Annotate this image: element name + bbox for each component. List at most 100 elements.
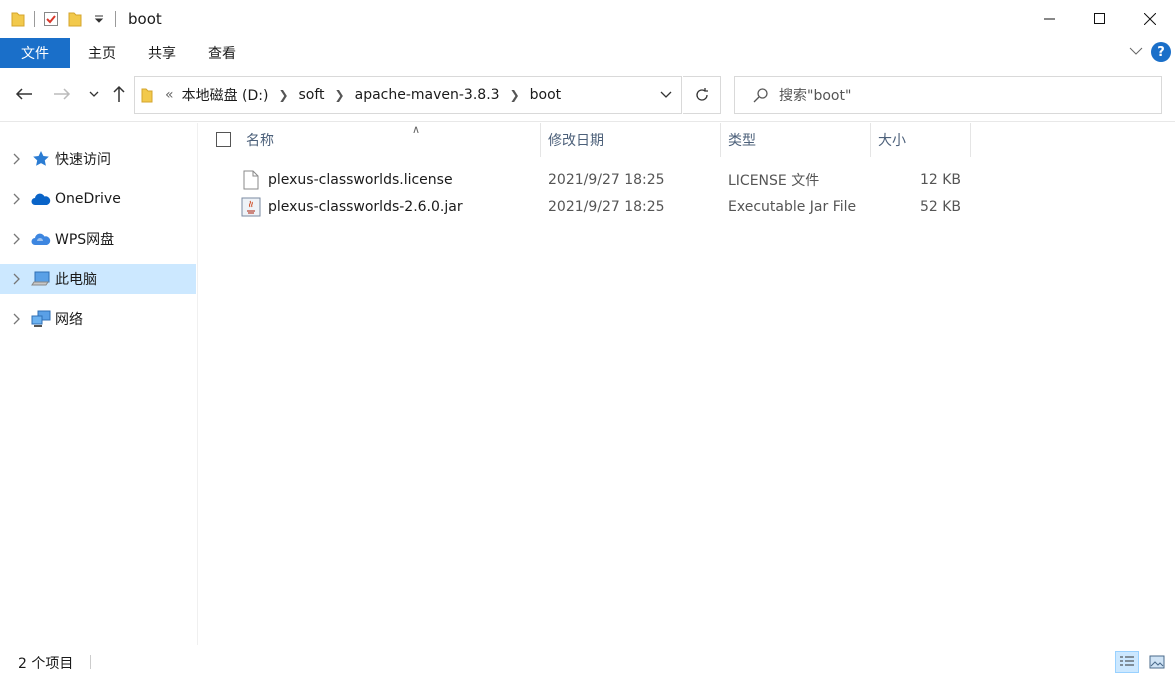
navigation-pane: 快速访问 OneDrive WPS网盘 此电脑 网络 <box>0 123 198 645</box>
chevron-right-icon[interactable] <box>9 193 23 205</box>
item-count: 2 个项目 <box>18 656 74 672</box>
ribbon-right-controls: ? <box>1129 42 1171 62</box>
tab-home[interactable]: 主页 <box>72 38 132 68</box>
details-view-button[interactable] <box>1115 651 1139 673</box>
folder-icon[interactable] <box>10 11 26 27</box>
tab-share[interactable]: 共享 <box>132 38 192 68</box>
up-button[interactable] <box>107 82 131 106</box>
close-icon <box>1144 13 1156 25</box>
address-history-dropdown[interactable] <box>659 87 673 105</box>
column-header-label: 类型 <box>728 133 756 149</box>
search-box[interactable]: 搜索"boot" <box>734 76 1162 114</box>
document-icon <box>243 166 259 193</box>
details-view-icon <box>1120 656 1134 666</box>
sidebar-item-label: 网络 <box>55 312 83 328</box>
arrow-right-icon <box>54 88 71 100</box>
breadcrumb-item[interactable]: soft <box>295 87 329 103</box>
minimize-icon <box>1044 18 1055 20</box>
column-header-modified[interactable]: 修改日期 <box>541 123 721 157</box>
column-header-label: 大小 <box>878 133 906 149</box>
file-modified: 2021/9/27 18:25 <box>548 171 665 188</box>
column-headers: ∧ 名称 修改日期 类型 大小 <box>199 123 1175 157</box>
table-row[interactable]: plexus-classworlds-2.6.0.jar 2021/9/27 1… <box>239 193 979 220</box>
recent-locations-button[interactable] <box>82 82 106 106</box>
file-type: Executable Jar File <box>728 198 857 215</box>
close-button[interactable] <box>1125 0 1175 38</box>
window-controls <box>1025 0 1175 38</box>
toolbar-separator <box>34 11 35 27</box>
table-row[interactable]: plexus-classworlds.license 2021/9/27 18:… <box>239 166 979 193</box>
minimize-button[interactable] <box>1025 0 1075 38</box>
column-header-name[interactable]: ∧ 名称 <box>239 123 541 157</box>
column-header-size[interactable]: 大小 <box>871 123 971 157</box>
address-bar[interactable]: « 本地磁盘 (D:) ❯ soft ❯ apache-maven-3.8.3 … <box>134 76 682 114</box>
wps-cloud-icon <box>31 229 51 249</box>
column-header-type[interactable]: 类型 <box>721 123 871 157</box>
file-modified: 2021/9/27 18:25 <box>548 198 665 215</box>
help-icon[interactable]: ? <box>1151 42 1171 62</box>
sort-ascending-icon: ∧ <box>412 123 421 136</box>
chevron-right-icon[interactable]: ❯ <box>504 88 526 102</box>
expand-ribbon-chevron-icon[interactable] <box>1129 44 1143 60</box>
chevron-right-icon[interactable]: ❯ <box>329 88 351 102</box>
sidebar-item-this-pc[interactable]: 此电脑 <box>0 264 196 294</box>
network-icon <box>31 309 51 329</box>
file-type: LICENSE 文件 <box>728 172 820 189</box>
select-all-checkbox[interactable] <box>216 132 231 147</box>
file-size: 52 KB <box>919 198 961 215</box>
cloud-icon <box>31 189 51 209</box>
sidebar-item-label: 此电脑 <box>55 272 97 288</box>
chevron-right-icon[interactable] <box>9 273 23 285</box>
arrow-left-icon <box>15 88 32 100</box>
file-explorer-window: boot 文件 主页 共享 查看 ? « 本地磁盘 (D:) ❯ soft ❯ … <box>0 0 1175 678</box>
tab-view[interactable]: 查看 <box>192 38 252 68</box>
navigation-bar: « 本地磁盘 (D:) ❯ soft ❯ apache-maven-3.8.3 … <box>0 68 1175 122</box>
properties-checkbox-icon[interactable] <box>43 11 59 27</box>
chevron-right-icon[interactable]: ❯ <box>272 88 294 102</box>
chevron-right-icon[interactable] <box>9 153 23 165</box>
status-separator <box>90 655 91 669</box>
computer-icon <box>31 269 51 289</box>
toolbar-separator <box>115 11 116 27</box>
sidebar-item-label: 快速访问 <box>55 152 111 168</box>
ribbon-tabs: 文件 主页 共享 查看 ? <box>0 38 1175 68</box>
column-header-label: 修改日期 <box>548 133 604 149</box>
breadcrumb-item[interactable]: apache-maven-3.8.3 <box>351 87 504 103</box>
refresh-icon <box>695 88 708 101</box>
refresh-button[interactable] <box>683 76 721 114</box>
chevron-down-icon <box>89 91 99 97</box>
sidebar-item-wps-cloud[interactable]: WPS网盘 <box>0 224 196 254</box>
window-title: boot <box>128 10 162 28</box>
breadcrumb-item[interactable]: 本地磁盘 (D:) <box>178 85 273 105</box>
folder-icon <box>141 87 153 103</box>
file-list: ∧ 名称 修改日期 类型 大小 plexus-classworlds.licen… <box>199 123 1175 645</box>
chevron-down-icon <box>660 91 672 98</box>
back-button[interactable] <box>12 82 36 106</box>
large-icons-view-icon <box>1149 655 1165 669</box>
tab-file[interactable]: 文件 <box>0 38 70 68</box>
customize-dropdown-icon[interactable] <box>91 11 107 27</box>
arrow-up-icon <box>113 85 125 102</box>
breadcrumb-overflow[interactable]: « <box>161 87 178 103</box>
sidebar-item-label: OneDrive <box>55 191 121 207</box>
jar-icon <box>241 193 261 220</box>
view-switcher <box>1109 651 1169 673</box>
breadcrumb-item[interactable]: boot <box>526 87 566 103</box>
title-bar: boot <box>0 0 1175 38</box>
file-size: 12 KB <box>919 171 961 188</box>
maximize-icon <box>1094 13 1105 24</box>
search-icon <box>753 87 769 103</box>
chevron-right-icon[interactable] <box>9 313 23 325</box>
column-header-label: 名称 <box>246 133 274 149</box>
large-icons-view-button[interactable] <box>1145 651 1169 673</box>
forward-button[interactable] <box>50 82 74 106</box>
sidebar-item-onedrive[interactable]: OneDrive <box>0 184 196 214</box>
maximize-button[interactable] <box>1075 0 1125 38</box>
search-input[interactable]: 搜索"boot" <box>779 85 851 105</box>
star-icon <box>31 149 51 169</box>
quick-access-toolbar <box>0 0 124 38</box>
chevron-right-icon[interactable] <box>9 233 23 245</box>
new-folder-icon[interactable] <box>67 11 83 27</box>
sidebar-item-network[interactable]: 网络 <box>0 304 196 334</box>
sidebar-item-quick-access[interactable]: 快速访问 <box>0 144 196 174</box>
